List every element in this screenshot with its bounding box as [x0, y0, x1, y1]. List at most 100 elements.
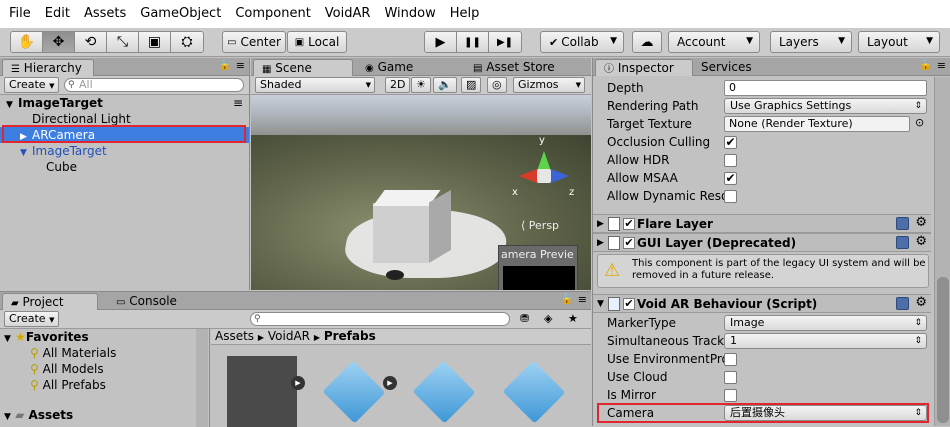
- panel-menu-icon[interactable]: ≡: [236, 59, 245, 72]
- tab-game[interactable]: ◉ Game: [357, 59, 421, 76]
- item-menu-icon[interactable]: ≡: [233, 95, 243, 111]
- lock-icon[interactable]: 🔒: [219, 60, 231, 71]
- menu-item[interactable]: Window: [377, 0, 442, 28]
- tab-asset-store[interactable]: ▤ Asset Store: [465, 59, 563, 76]
- panel-menu-icon[interactable]: ≡: [937, 59, 946, 72]
- hierarchy-search-input[interactable]: ⚲ All: [64, 78, 244, 92]
- assets-folder[interactable]: ▼ ▰ Assets: [0, 407, 209, 423]
- shading-dropdown[interactable]: Shaded ▼: [255, 77, 375, 93]
- layers-dropdown[interactable]: Layers ▼: [770, 31, 852, 53]
- tab-services[interactable]: Services: [693, 59, 760, 76]
- gear-icon[interactable]: ⚙: [915, 234, 927, 250]
- favorite-item[interactable]: ⚲ All Prefabs: [0, 377, 209, 393]
- tab-console[interactable]: ▭ Console: [108, 293, 185, 310]
- hierarchy-create-button[interactable]: Create ▼: [4, 77, 60, 93]
- expand-asset-icon[interactable]: ▶: [291, 376, 305, 390]
- checkbox[interactable]: [724, 371, 737, 384]
- transform-tool-icon[interactable]: ⛭: [171, 32, 203, 52]
- checkbox[interactable]: ✔: [724, 172, 737, 185]
- account-dropdown[interactable]: Account ▼: [668, 31, 760, 53]
- pivot-local-button[interactable]: ▣ Local: [287, 31, 347, 53]
- fold-arrow-icon[interactable]: ▼: [597, 297, 604, 311]
- tab-hierarchy[interactable]: ☰ Hierarchy: [2, 59, 94, 76]
- mode-2d-button[interactable]: 2D: [385, 77, 411, 93]
- filter-type-icon[interactable]: ⛃: [520, 312, 529, 325]
- menu-item[interactable]: GameObject: [133, 0, 228, 28]
- checkbox[interactable]: [724, 389, 737, 402]
- pause-icon[interactable]: ❚❚: [457, 32, 489, 52]
- project-create-button[interactable]: Create ▼: [4, 311, 60, 327]
- scale-tool-icon[interactable]: ⤡: [107, 32, 139, 52]
- enable-checkbox[interactable]: ✔: [623, 237, 635, 249]
- menu-item[interactable]: VoidAR: [318, 0, 378, 28]
- dropdown-field[interactable]: Use Graphics Settings ⇕: [724, 98, 927, 114]
- flare-layer-header[interactable]: ▶ ✔ Flare Layer ⚙: [593, 214, 931, 233]
- tab-project[interactable]: ▰ Project: [2, 293, 98, 310]
- checkbox[interactable]: [724, 154, 737, 167]
- scene-viewport[interactable]: y x z ⟨ Persp amera Previe: [251, 95, 591, 290]
- expand-asset-icon[interactable]: ▶: [383, 376, 397, 390]
- help-icon[interactable]: [896, 217, 909, 230]
- cube-asset-icon[interactable]: [412, 360, 476, 424]
- collab-dropdown[interactable]: ✔ Collab ▼: [540, 31, 624, 53]
- cloud-button[interactable]: ☁: [632, 31, 662, 53]
- filter-label-icon[interactable]: ◈: [544, 312, 552, 325]
- object-field[interactable]: None (Render Texture): [724, 116, 910, 132]
- menu-item[interactable]: Assets: [77, 0, 133, 28]
- favorites-folder[interactable]: ▼ ★Favorites: [0, 329, 209, 345]
- effects-toggle-icon[interactable]: ▨: [461, 77, 482, 93]
- gizmos-dropdown[interactable]: Gizmos ▼: [513, 77, 585, 93]
- layout-dropdown[interactable]: Layout ▼: [858, 31, 940, 53]
- gui-layer-header[interactable]: ▶ ✔ GUI Layer (Deprecated) ⚙: [593, 233, 931, 252]
- cube-asset-icon[interactable]: [322, 360, 386, 424]
- enable-checkbox[interactable]: ✔: [623, 218, 635, 230]
- step-icon[interactable]: ▶❚: [489, 32, 521, 52]
- hierarchy-item[interactable]: ▼ ImageTarget: [0, 143, 249, 159]
- panel-menu-icon[interactable]: ≡: [578, 293, 587, 306]
- checkbox[interactable]: [724, 353, 737, 366]
- gear-icon[interactable]: ⚙: [915, 295, 927, 311]
- cube-asset-icon[interactable]: [502, 360, 566, 424]
- menu-item[interactable]: File: [2, 0, 38, 28]
- hierarchy-item[interactable]: ▼ ImageTarget ≡: [0, 95, 249, 111]
- tree-scrollbar[interactable]: [196, 329, 208, 427]
- tab-inspector[interactable]: ⓘ Inspector: [595, 59, 693, 76]
- dropdown-field[interactable]: 1 ⇕: [724, 333, 927, 349]
- breadcrumb-item[interactable]: Assets: [215, 329, 254, 343]
- voidar-behaviour-header[interactable]: ▼ ✔ Void AR Behaviour (Script) ⚙: [593, 294, 931, 313]
- scrollbar-thumb[interactable]: [937, 277, 949, 423]
- menu-item[interactable]: Component: [228, 0, 317, 28]
- audio-toggle-icon[interactable]: 🔈: [433, 77, 457, 93]
- rotate-tool-icon[interactable]: ⟲: [75, 32, 107, 52]
- move-tool-icon[interactable]: ✥: [43, 32, 75, 52]
- favorite-item[interactable]: ⚲ All Materials: [0, 345, 209, 361]
- rect-tool-icon[interactable]: ▣: [139, 32, 171, 52]
- menu-item[interactable]: Help: [443, 0, 487, 28]
- inspector-scrollbar[interactable]: [934, 77, 950, 426]
- persp-label[interactable]: ⟨ Persp: [521, 219, 559, 232]
- favorite-item[interactable]: ⚲ All Models: [0, 361, 209, 377]
- lock-icon[interactable]: 🔒: [920, 60, 932, 71]
- fold-arrow-icon[interactable]: ▶: [597, 217, 604, 231]
- prefab-asset[interactable]: [227, 356, 297, 427]
- hierarchy-item[interactable]: Cube: [0, 159, 249, 175]
- breadcrumb-current[interactable]: Prefabs: [324, 329, 376, 343]
- checkbox[interactable]: [724, 190, 737, 203]
- orientation-gizmo[interactable]: y x z: [509, 135, 579, 205]
- gear-icon[interactable]: ⚙: [915, 215, 927, 231]
- help-icon[interactable]: [896, 297, 909, 310]
- favorite-star-icon[interactable]: ★: [568, 312, 578, 325]
- lock-icon[interactable]: 🔒: [561, 294, 573, 305]
- hand-tool-icon[interactable]: ✋: [11, 32, 43, 52]
- play-icon[interactable]: ▶: [425, 32, 457, 52]
- checkbox[interactable]: ✔: [724, 136, 737, 149]
- pivot-center-button[interactable]: ▭ Center: [222, 31, 286, 53]
- dropdown-field[interactable]: Image ⇕: [724, 315, 927, 331]
- eye-toggle-icon[interactable]: ◎: [487, 77, 507, 93]
- lighting-toggle-icon[interactable]: ☀: [411, 77, 431, 93]
- object-picker-icon[interactable]: ⊙: [915, 116, 924, 129]
- number-field[interactable]: 0: [724, 80, 927, 96]
- menu-item[interactable]: Edit: [38, 0, 77, 28]
- help-icon[interactable]: [896, 236, 909, 249]
- enable-checkbox[interactable]: ✔: [623, 298, 635, 310]
